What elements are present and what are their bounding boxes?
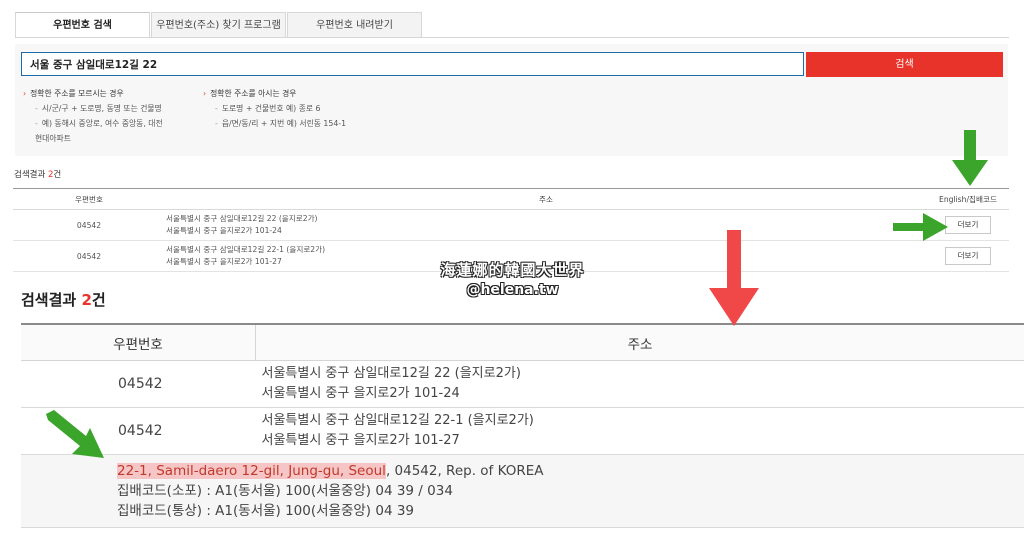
green-arrow-diagonal-icon [46, 410, 104, 458]
table-row: 04542 서울특별시 중구 삼일대로12길 22 (을지로2가) 서울특별시 … [13, 209, 1009, 241]
watermark: 海蓮娜的韓國大世界 @helena.tw [430, 260, 595, 300]
header-address: 주소 [165, 188, 927, 210]
header-zip: 우편번호 [21, 323, 256, 361]
hint-unknown-address: › 정확한 주소를 모르시는 경우 - 시/군/구 + 도로명, 동명 또는 건물명… [23, 86, 163, 146]
delivery-code-mail: 집배코드(통상) : A1(동서울) 100(서울중앙) 04 39 [117, 503, 415, 519]
tab-divider [15, 37, 1009, 38]
result-count: 검색결과 2건 [14, 170, 62, 180]
dash-icon: - [215, 104, 218, 113]
english-detail: 22-1, Samil-daero 12-gil, Jung-gu, Seoul… [21, 454, 1024, 528]
hint-title: 정확한 주소를 아시는 경우 [210, 89, 297, 98]
watermark-handle: @helena.tw [466, 282, 559, 298]
more-button[interactable]: 더보기 [945, 247, 991, 265]
red-arrow-down-icon [709, 230, 759, 326]
delivery-code-parcel: 집배코드(소포) : A1(동서울) 100(서울중앙) 04 39 / 034 [117, 483, 453, 499]
english-address-rest: , 04542, Rep. of KOREA [385, 463, 544, 479]
table-header: 우편번호 주소 [21, 323, 1024, 361]
tab-bar: 우편번호 검색 우편번호(주소) 찾기 프로그램 우편번호 내려받기 [15, 12, 423, 38]
tab-postcode-search[interactable]: 우편번호 검색 [15, 12, 150, 38]
green-arrow-down-icon [952, 130, 988, 186]
detail-row: 22-1, Samil-daero 12-gil, Jung-gu, Seoul… [21, 454, 1024, 528]
hint-item: 시/군/구 + 도로명, 동명 또는 건물명 [41, 104, 162, 113]
zoomed-result-table: 우편번호 주소 04542 서울특별시 중구 삼일대로12길 22 (을지로2가… [21, 323, 1024, 528]
road-address: 서울특별시 중구 삼일대로12길 22 (을지로2가) [261, 366, 521, 381]
chevron-right-icon: › [203, 89, 207, 98]
address-cell: 서울특별시 중구 삼일대로12길 22-1 (을지로2가) 서울특별시 중구 을… [255, 407, 1024, 455]
road-address: 서울특별시 중구 삼일대로12길 22 (을지로2가) [166, 214, 318, 223]
address-cell: 서울특별시 중구 삼일대로12길 22 (을지로2가) 서울특별시 중구 을지로… [255, 360, 1024, 408]
search-panel: 검색 ›정확한 주소를 모르시는 경우 -시/군/구 + 도로명, 동명 또는 … [15, 44, 1008, 156]
zoomed-result-count: 검색결과 2건 [21, 291, 106, 309]
dash-icon: - [35, 104, 38, 113]
table-row: 04542 서울특별시 중구 삼일대로12길 22-1 (을지로2가) 서울특별… [21, 407, 1024, 455]
search-button[interactable]: 검색 [806, 52, 1003, 77]
english-address-highlight: 22-1, Samil-daero 12-gil, Jung-gu, Seoul [117, 463, 386, 479]
zip-code: 04542 [13, 240, 165, 272]
zip-code: 04542 [21, 360, 256, 408]
hint-item: 예) 동해시 중앙로, 여수 중앙동, 대전 [41, 119, 163, 128]
jibun-address: 서울특별시 중구 을지로2가 101-24 [261, 386, 460, 401]
jibun-address: 서울특별시 중구 을지로2가 101-24 [166, 226, 282, 235]
table-header: 우편번호 주소 English/집배코드 [13, 188, 1009, 210]
more-button[interactable]: 더보기 [945, 216, 991, 234]
tab-download[interactable]: 우편번호 내려받기 [287, 12, 422, 38]
header-zip: 우편번호 [13, 188, 165, 210]
watermark-title: 海蓮娜的韓國大世界 [440, 261, 585, 279]
table-row: 04542 서울특별시 중구 삼일대로12길 22 (을지로2가) 서울특별시 … [21, 360, 1024, 408]
header-english: English/집배코드 [927, 188, 1009, 210]
hint-item: 도로명 + 건물번호 예) 종로 6 [221, 104, 321, 113]
dash-icon: - [215, 119, 218, 128]
zoomed-result-count-number: 2 [81, 291, 92, 309]
search-input[interactable] [21, 52, 804, 76]
road-address: 서울특별시 중구 삼일대로12길 22-1 (을지로2가) [166, 245, 326, 254]
hint-known-address: › 정확한 주소를 아시는 경우 - 도로명 + 건물번호 예) 종로 6 - 읍/면… [203, 86, 346, 131]
tab-finder-program[interactable]: 우편번호(주소) 찾기 프로그램 [151, 12, 286, 38]
green-arrow-right-icon [893, 213, 948, 241]
dash-icon: - [35, 119, 38, 128]
road-address: 서울특별시 중구 삼일대로12길 22-1 (을지로2가) [261, 413, 534, 428]
header-address: 주소 [255, 323, 1024, 361]
jibun-address: 서울특별시 중구 을지로2가 101-27 [261, 433, 460, 448]
hint-title: 정확한 주소를 모르시는 경우 [30, 89, 124, 98]
hint-item: 현대아파트 [35, 134, 71, 143]
address-cell: 서울특별시 중구 삼일대로12길 22 (을지로2가) 서울특별시 중구 을지로… [165, 209, 927, 241]
hint-item: 읍/면/동/리 + 지번 예) 서린동 154-1 [221, 119, 347, 128]
chevron-right-icon: › [23, 89, 27, 98]
zip-code: 04542 [13, 209, 165, 241]
